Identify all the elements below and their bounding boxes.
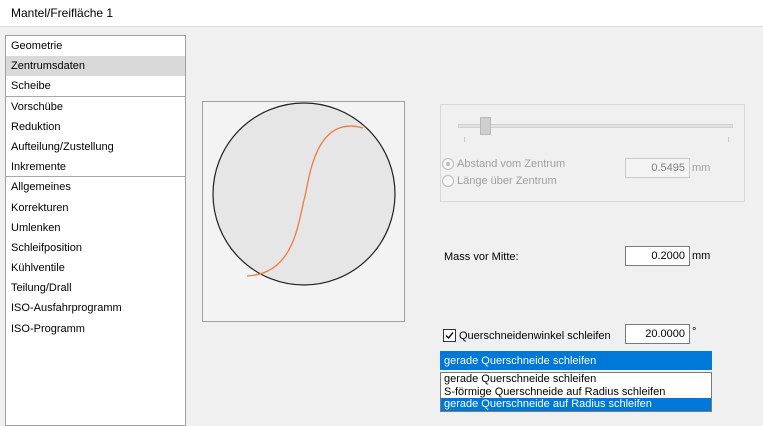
- sidebar-item-iso-programm[interactable]: ISO-Programm: [6, 319, 185, 339]
- sidebar-item-inkremente[interactable]: Inkremente: [6, 157, 185, 178]
- drill-outline-circle: [212, 102, 396, 286]
- radio-dot[interactable]: [442, 175, 454, 187]
- dropdown-option-s-shaped[interactable]: S-förmige Querschneide auf Radius schlei…: [441, 386, 711, 399]
- sidebar-nav: Geometrie Zentrumsdaten Scheibe Vorschüb…: [5, 35, 186, 426]
- slider-tick-min: [464, 137, 465, 142]
- center-value-field[interactable]: 0.5495: [625, 158, 690, 178]
- chisel-type-combobox[interactable]: gerade Querschneide schleifen: [440, 351, 712, 370]
- chisel-angle-label: Querschneidenwinkel schleifen: [459, 330, 611, 342]
- sidebar-item-umlenken[interactable]: Umlenken: [6, 218, 185, 238]
- center-slider-track[interactable]: [458, 124, 733, 128]
- sidebar-item-reduktion[interactable]: Reduktion: [6, 117, 185, 137]
- center-value-unit: mm: [692, 162, 711, 174]
- center-slider-thumb[interactable]: [480, 117, 491, 135]
- radio-distance-label: Abstand vom Zentrum: [457, 158, 566, 170]
- chisel-angle-checkbox[interactable]: [443, 329, 456, 342]
- mass-vor-mitte-label: Mass vor Mitte:: [444, 251, 519, 263]
- sidebar-item-korrekturen[interactable]: Korrekturen: [6, 198, 185, 218]
- drill-cross-section-diagram: [212, 102, 396, 286]
- dropdown-option-straight[interactable]: gerade Querschneide schleifen: [441, 373, 711, 386]
- slider-tick-max: [728, 137, 729, 142]
- radio-dot-selected[interactable]: [442, 158, 454, 170]
- sidebar-item-schleifposition[interactable]: Schleifposition: [6, 238, 185, 258]
- sidebar-item-allgemeines[interactable]: Allgemeines: [6, 177, 185, 197]
- sidebar-item-geometrie[interactable]: Geometrie: [6, 36, 185, 56]
- chisel-angle-unit: °: [692, 326, 697, 338]
- chisel-type-dropdown-list: gerade Querschneide schleifen S-förmige …: [440, 372, 712, 412]
- sidebar-item-teilung-drall[interactable]: Teilung/Drall: [6, 278, 185, 298]
- sidebar-item-scheibe[interactable]: Scheibe: [6, 76, 185, 97]
- sidebar-item-aufteilung[interactable]: Aufteilung/Zustellung: [6, 137, 185, 157]
- sidebar-item-iso-ausfahrprogramm[interactable]: ISO-Ausfahrprogramm: [6, 298, 185, 318]
- sidebar-item-zentrumsdaten[interactable]: Zentrumsdaten: [6, 56, 185, 77]
- dropdown-option-straight-radius[interactable]: gerade Querschneide auf Radius schleifen: [441, 398, 711, 412]
- mass-vor-mitte-field[interactable]: 0.2000: [625, 246, 690, 266]
- chisel-angle-field[interactable]: 20.0000: [625, 324, 690, 344]
- sidebar-item-kuehlventile[interactable]: Kühlventile: [6, 258, 185, 278]
- radio-distance-from-center[interactable]: Abstand vom Zentrum: [442, 156, 565, 172]
- radio-length-label: Länge über Zentrum: [457, 175, 557, 187]
- window-title: Mantel/Freifläche 1: [0, 0, 763, 27]
- mass-vor-mitte-unit: mm: [692, 250, 711, 262]
- radio-length-over-center[interactable]: Länge über Zentrum: [442, 173, 557, 189]
- drill-preview-panel: [202, 101, 405, 322]
- checkmark-icon: [445, 332, 454, 340]
- sidebar-item-vorschuebe[interactable]: Vorschübe: [6, 97, 185, 117]
